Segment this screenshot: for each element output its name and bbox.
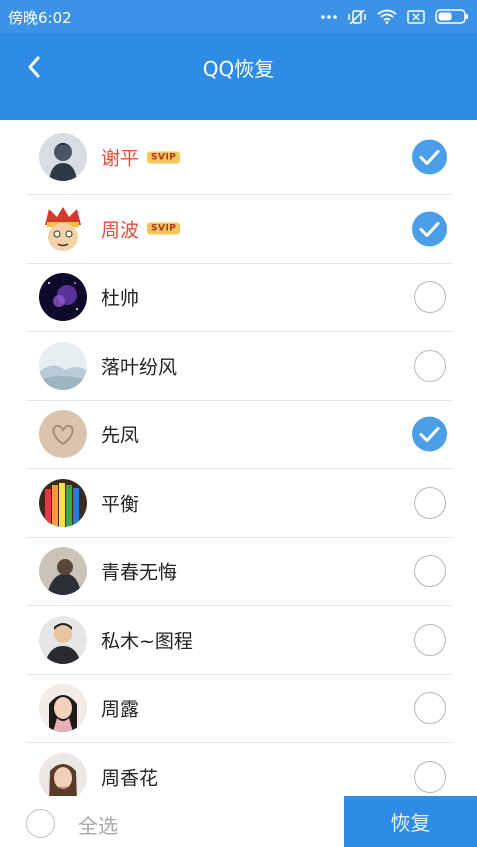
app-header: QQ恢复 <box>0 33 477 120</box>
status-icons <box>321 8 469 25</box>
contact-name: 先凤 <box>101 424 140 447</box>
avatar <box>39 341 87 390</box>
vibrate-off-icon <box>348 8 366 25</box>
avatar <box>39 547 87 596</box>
contact-checkbox[interactable] <box>414 623 446 656</box>
contact-name-group: 周波 SVIP <box>101 215 181 242</box>
contact-row[interactable]: 周露 <box>26 675 452 743</box>
contact-row[interactable]: 杜帅 <box>26 264 452 332</box>
contact-checkbox[interactable] <box>414 760 446 793</box>
contact-name-group: 周露 <box>101 695 139 722</box>
wifi-icon <box>377 9 397 24</box>
more-dots-icon <box>321 14 337 19</box>
contact-list: 谢平 SVIP 周波 SVIP 杜帅 落叶纷风 先凤 平衡 青春无悔 私木~图程… <box>0 120 477 812</box>
contact-checkbox[interactable] <box>414 555 446 588</box>
status-bar: 傍晚6:02 <box>0 0 477 33</box>
avatar <box>39 752 87 801</box>
check-icon <box>419 221 440 237</box>
contact-checkbox[interactable] <box>414 281 446 314</box>
select-all-checkbox[interactable] <box>26 809 55 838</box>
contact-name: 青春无悔 <box>101 561 178 584</box>
contact-name-group: 周香花 <box>101 763 158 790</box>
contact-row[interactable]: 先凤 <box>26 401 452 469</box>
bottom-bar: 全选 恢复 <box>0 796 477 847</box>
avatar <box>39 684 87 733</box>
contact-checkbox[interactable] <box>414 692 446 725</box>
contact-name: 周香花 <box>101 767 159 790</box>
contact-row[interactable]: 周波 SVIP <box>26 195 452 264</box>
contact-name: 周波 <box>101 219 140 242</box>
status-time: 傍晚6:02 <box>8 9 72 27</box>
contact-name-group: 青春无悔 <box>101 558 177 585</box>
contact-name: 平衡 <box>101 493 140 516</box>
contact-row[interactable]: 平衡 <box>26 469 452 538</box>
contact-name: 杜帅 <box>101 287 140 310</box>
avatar <box>39 410 87 459</box>
contact-row[interactable]: 青春无悔 <box>26 538 452 606</box>
contact-name-group: 私木~图程 <box>101 626 193 653</box>
contact-row[interactable]: 私木~图程 <box>26 606 452 675</box>
contact-name-group: 落叶纷风 <box>101 352 177 379</box>
contact-checkbox[interactable] <box>412 139 447 175</box>
avatar <box>39 273 87 322</box>
contact-name: 周露 <box>101 698 140 721</box>
check-icon <box>419 427 440 443</box>
contact-checkbox[interactable] <box>412 211 447 247</box>
svip-badge: SVIP <box>147 222 181 235</box>
contact-name-group: 杜帅 <box>101 284 139 311</box>
contact-name: 谢平 <box>101 147 140 170</box>
contact-name-group: 先凤 <box>101 421 139 448</box>
avatar <box>39 204 87 253</box>
page-title: QQ恢复 <box>202 57 275 81</box>
contact-name: 私木~图程 <box>101 630 193 653</box>
avatar <box>39 478 87 527</box>
avatar <box>39 615 87 664</box>
contact-row[interactable]: 谢平 SVIP <box>26 120 452 195</box>
avatar <box>39 133 87 181</box>
contact-checkbox[interactable] <box>412 416 447 452</box>
check-icon <box>419 150 440 165</box>
select-all-label[interactable]: 全选 <box>78 810 118 839</box>
contact-name-group: 平衡 <box>101 489 139 516</box>
contact-checkbox[interactable] <box>414 349 446 382</box>
contact-name-group: 谢平 SVIP <box>101 144 181 171</box>
battery-icon <box>435 9 468 24</box>
contact-checkbox[interactable] <box>414 486 446 519</box>
restore-button[interactable]: 恢复 <box>344 796 477 847</box>
contact-row[interactable]: 落叶纷风 <box>26 332 452 401</box>
sim-off-icon <box>407 9 425 24</box>
contact-name: 落叶纷风 <box>101 356 178 379</box>
svip-badge: SVIP <box>147 151 181 163</box>
